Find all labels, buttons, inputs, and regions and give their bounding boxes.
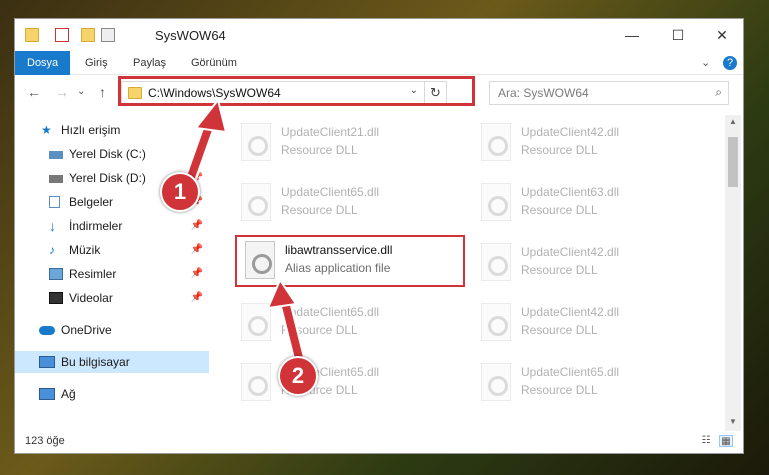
- annotation-arrows: [183, 97, 307, 369]
- arrow-1: [183, 97, 228, 187]
- step-1-badge: 1: [160, 172, 200, 212]
- step-2-badge: 2: [278, 356, 318, 396]
- arrow-2: [266, 277, 307, 369]
